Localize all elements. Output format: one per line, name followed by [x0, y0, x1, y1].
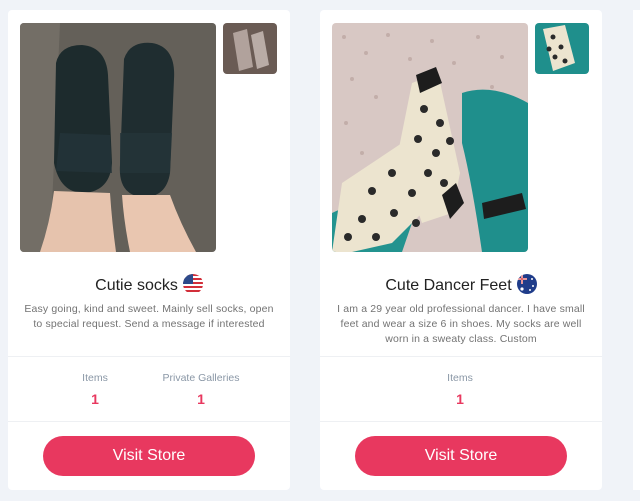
- seller-card: Cutie socks Easy going, kind and sweet. …: [8, 10, 290, 490]
- au-flag-icon: [516, 274, 537, 294]
- seller-main-photo[interactable]: [20, 23, 216, 252]
- divider: [8, 356, 290, 357]
- stat-label: Items: [447, 372, 473, 384]
- seller-name-row: Cutie socks: [8, 274, 290, 295]
- seller-main-photo[interactable]: [332, 23, 528, 252]
- stat-private-galleries: Private Galleries 1: [156, 372, 246, 407]
- visit-store-button[interactable]: Visit Store: [355, 436, 567, 476]
- us-flag-icon: [182, 274, 203, 294]
- visit-store-button[interactable]: Visit Store: [43, 436, 255, 476]
- seller-name[interactable]: Cutie socks: [95, 277, 178, 294]
- stat-label: Items: [82, 372, 108, 384]
- next-card-edge: [633, 10, 640, 490]
- divider: [8, 421, 290, 422]
- stat-items: Items 1: [69, 372, 121, 407]
- stat-value: 1: [91, 391, 99, 407]
- divider: [320, 356, 602, 357]
- stat-items: Items 1: [434, 372, 486, 407]
- seller-card: Cute Dancer Feet I am a 29 year old prof…: [320, 10, 602, 490]
- stat-value: 1: [456, 391, 464, 407]
- divider: [320, 421, 602, 422]
- seller-description: I am a 29 year old professional dancer. …: [337, 303, 585, 345]
- stat-value: 1: [197, 391, 205, 407]
- stat-label: Private Galleries: [162, 372, 240, 384]
- seller-description: Easy going, kind and sweet. Mainly sell …: [24, 303, 274, 330]
- seller-thumbnail[interactable]: [535, 23, 589, 74]
- seller-name-row: Cute Dancer Feet: [320, 274, 602, 295]
- seller-thumbnail[interactable]: [223, 23, 277, 74]
- seller-name[interactable]: Cute Dancer Feet: [385, 277, 511, 294]
